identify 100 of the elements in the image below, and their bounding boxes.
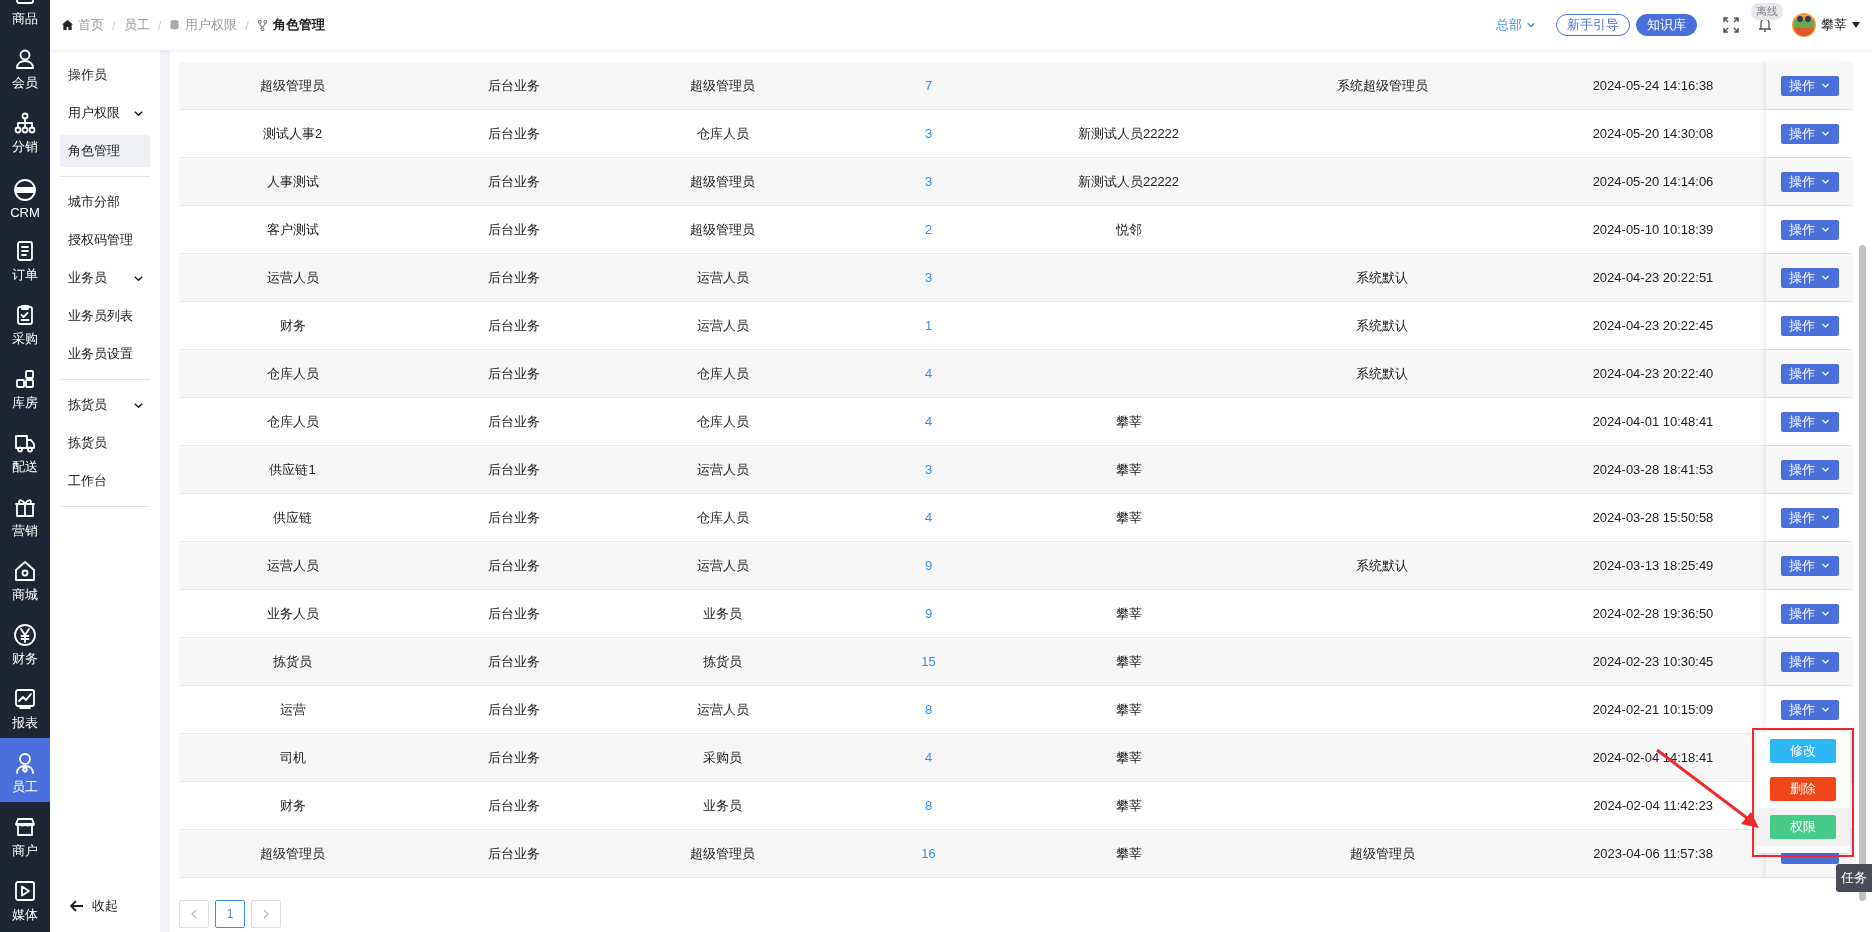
chevron-left-icon (190, 909, 198, 919)
count-link[interactable]: 4 (924, 510, 933, 525)
nav-label: 媒体 (12, 906, 38, 924)
table-cell: 攀莘 (1115, 797, 1142, 813)
breadcrumb-separator: / (157, 17, 162, 33)
nav-item[interactable]: 财务 (0, 610, 50, 674)
breadcrumb-link[interactable]: 首页 (78, 16, 104, 34)
menu-action-button[interactable]: 删除 (1770, 777, 1836, 801)
count-link[interactable]: 3 (924, 270, 933, 285)
menu-item[interactable]: 城市分部 (60, 186, 150, 218)
nav-label: 财务 (12, 650, 38, 668)
action-dropdown-button[interactable]: 操作 (1780, 411, 1839, 432)
menu-item[interactable]: 授权码管理 (60, 224, 150, 256)
table-cell: 仓库人员 (696, 125, 749, 141)
table-cell: 后台业务 (487, 173, 540, 189)
count-link[interactable]: 3 (924, 174, 933, 189)
action-dropdown-button[interactable]: 操作 (1780, 699, 1839, 720)
action-dropdown-button[interactable]: 操作 (1780, 651, 1839, 672)
menu-item[interactable]: 工作台 (60, 465, 150, 497)
table-cell: 后台业务 (487, 701, 540, 717)
menu-item[interactable]: 操作员 (60, 59, 150, 91)
count-link[interactable]: 4 (924, 414, 933, 429)
breadcrumb-link[interactable]: 用户权限 (185, 16, 238, 34)
status-badge: 离线 (1751, 3, 1783, 20)
action-dropdown-button[interactable]: 操作 (1780, 507, 1839, 528)
count-link[interactable]: 9 (924, 558, 933, 573)
nav-item[interactable]: 报表 (0, 674, 50, 738)
branch-icon (256, 19, 268, 31)
guide-button[interactable]: 新手引导 (1556, 14, 1630, 36)
breadcrumb-link[interactable]: 员工 (123, 16, 150, 34)
table-cell: 仓库人员 (266, 413, 319, 429)
count-link[interactable]: 16 (921, 846, 936, 861)
table-cell: 2024-04-01 10:48:41 (1592, 414, 1714, 429)
action-dropdown-button[interactable]: 操作 (1780, 123, 1839, 144)
action-dropdown-button[interactable]: 操作 (1780, 555, 1839, 576)
table-cell: 后台业务 (487, 221, 540, 237)
count-link[interactable]: 3 (924, 462, 933, 477)
nav-label: 采购 (12, 330, 38, 348)
table-cell: 后台业务 (487, 749, 540, 765)
collapse-button[interactable]: 收起 (64, 896, 124, 916)
nav-item[interactable]: 商户 (0, 802, 50, 866)
count-link[interactable]: 3 (924, 126, 933, 141)
count-link[interactable]: 8 (924, 702, 933, 717)
menu-group[interactable]: 拣货员 (60, 389, 150, 421)
menu-item[interactable]: 业务员设置 (60, 338, 150, 370)
count-link[interactable]: 9 (924, 606, 933, 621)
menu-group[interactable]: 用户权限 (60, 97, 150, 129)
nav-item[interactable]: 员工 (0, 738, 50, 802)
nav-item[interactable]: 商城 (0, 546, 50, 610)
table-cell: 运营人员 (696, 269, 749, 285)
action-dropdown-button[interactable]: 操作 (1780, 459, 1839, 480)
count-link[interactable]: 4 (924, 366, 933, 381)
next-page-button[interactable] (251, 900, 281, 928)
page-button[interactable]: 1 (215, 900, 245, 928)
nav-item[interactable]: 分销 (0, 98, 50, 162)
count-link[interactable]: 1 (924, 318, 933, 333)
action-dropdown-button[interactable]: 操作 (1780, 267, 1839, 288)
caret-icon (1821, 225, 1830, 234)
count-link[interactable]: 2 (924, 222, 933, 237)
org-dropdown[interactable]: 总部 (1496, 16, 1536, 34)
table-cell: 后台业务 (487, 557, 540, 573)
action-dropdown-button[interactable]: 操作 (1780, 219, 1839, 240)
table-cell: 后台业务 (487, 605, 540, 621)
menu-group[interactable]: 业务员 (60, 262, 150, 294)
action-dropdown-button[interactable]: 操作 (1780, 363, 1839, 384)
caret-icon (1821, 657, 1830, 666)
action-dropdown-button[interactable]: 操作 (1780, 315, 1839, 336)
nav-item[interactable]: 配送 (0, 418, 50, 482)
action-dropdown-button[interactable]: 操作 (1780, 603, 1839, 624)
action-dropdown-button[interactable]: 操作 (1780, 75, 1839, 96)
nav-item[interactable]: 营销 (0, 482, 50, 546)
menu-item[interactable]: 业务员列表 (60, 300, 150, 332)
database-icon (169, 19, 181, 31)
nav-item[interactable]: 商品 (0, 0, 50, 34)
table-cell: 后台业务 (487, 461, 540, 477)
nav-item[interactable]: 媒体 (0, 866, 50, 930)
action-dropdown-button[interactable]: 操作 (1780, 171, 1839, 192)
table-cell: 仓库人员 (696, 413, 749, 429)
count-link[interactable]: 7 (924, 78, 933, 93)
table-cell: 攀莘 (1115, 701, 1142, 717)
table-cell: 系统超级管理员 (1336, 77, 1428, 93)
user-menu[interactable]: 攀莘 (1821, 16, 1860, 34)
nav-item[interactable]: CRM (0, 162, 50, 226)
nav-label: 订单 (12, 266, 38, 284)
count-link[interactable]: 15 (921, 654, 936, 669)
knowledge-base-button[interactable]: 知识库 (1636, 14, 1697, 36)
menu-item[interactable]: 拣货员 (60, 427, 150, 459)
nav-item[interactable]: 采购 (0, 290, 50, 354)
table-cell: 超级管理员 (260, 77, 325, 93)
nav-item[interactable]: 会员 (0, 34, 50, 98)
caret-icon (1821, 321, 1830, 330)
count-link[interactable]: 8 (924, 798, 933, 813)
nav-item[interactable]: 库房 (0, 354, 50, 418)
table-cell: 后台业务 (487, 365, 540, 381)
table-cell: 运营人员 (266, 269, 319, 285)
previous-page-button[interactable] (179, 900, 209, 928)
menu-action-button[interactable]: 修改 (1770, 739, 1836, 763)
count-link[interactable]: 4 (924, 750, 933, 765)
nav-item[interactable]: 订单 (0, 226, 50, 290)
menu-item[interactable]: 角色管理 (60, 135, 150, 167)
